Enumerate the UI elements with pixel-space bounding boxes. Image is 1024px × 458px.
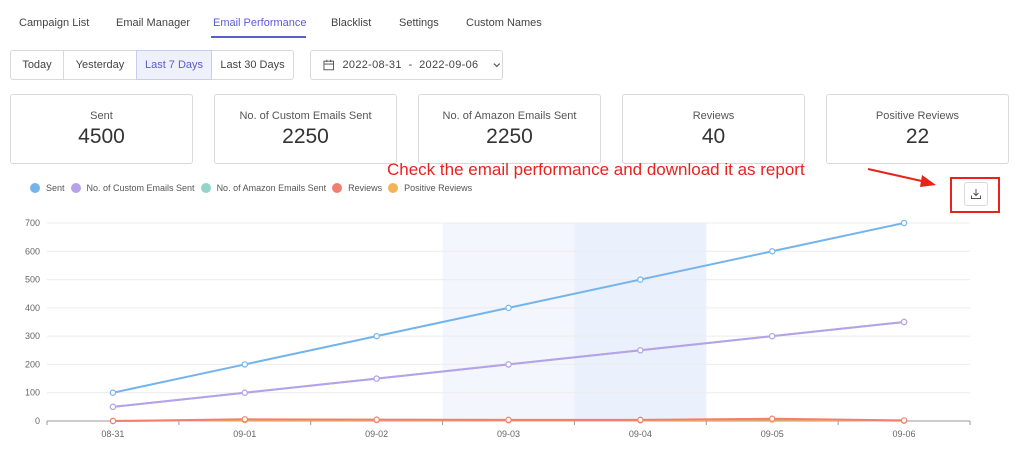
range-last-7-days-button[interactable]: Last 7 Days [136,50,212,80]
data-point [769,415,776,422]
data-point [109,403,117,411]
stat-card-custom-emails: No. of Custom Emails Sent 2250 [214,94,397,164]
stat-label: Positive Reviews [875,110,960,122]
data-point [241,416,248,423]
x-tick-label: 08-31 [101,429,124,439]
legend-label: Reviews [348,183,383,193]
tab-settings[interactable]: Settings [399,17,439,29]
legend-label: No. of Custom Emails Sent [86,183,195,193]
stat-label: No. of Custom Emails Sent [239,110,372,122]
data-point [109,389,117,396]
download-report-button[interactable] [964,182,988,206]
stat-value: 22 [905,125,930,148]
highlight-band [574,223,707,421]
stat-label: No. of Amazon Emails Sent [442,110,577,122]
data-point [900,219,908,227]
top-tabs: Campaign List Email Manager Email Perfor… [0,0,1024,40]
range-today-button[interactable]: Today [10,50,64,80]
legend-item-reviews[interactable]: Reviews [332,183,382,193]
stat-card-sent: Sent 4500 [10,94,193,164]
stat-label: Sent [90,110,113,122]
data-point [769,332,776,340]
legend-label: Positive Reviews [404,183,473,193]
y-tick-label: 200 [25,359,40,369]
stat-value: 40 [701,125,726,148]
data-point [637,276,644,283]
date-range-buttons: Today Yesterday Last 7 Days Last 30 Days [10,50,294,80]
legend-item-custom-emails[interactable]: No. of Custom Emails Sent [70,183,195,193]
legend-swatch [200,183,211,193]
tab-email-manager[interactable]: Email Manager [116,17,190,29]
chevron-down-icon [493,63,501,68]
annotation-arrow-icon [867,168,936,187]
stat-label: Reviews [692,110,735,122]
data-point [637,416,644,424]
stat-value: 2250 [486,125,533,148]
calendar-icon [323,59,335,71]
legend-item-sent[interactable]: Sent [30,183,65,193]
active-tab-indicator [211,36,306,38]
annotation-text: Check the email performance and download… [387,160,805,179]
legend-item-amazon-emails[interactable]: No. of Amazon Emails Sent [200,183,327,193]
legend-swatch [332,183,343,193]
data-point [900,417,908,424]
range-last-30-days-button[interactable]: Last 30 Days [211,50,294,80]
stat-value: 4500 [78,125,125,148]
stat-value: 2250 [282,125,329,148]
data-point [505,416,512,424]
legend-swatch [30,183,40,193]
legend-label: Sent [46,183,65,193]
y-tick-label: 700 [25,218,40,228]
legend-swatch [70,183,81,193]
x-tick-label: 09-03 [497,429,520,439]
data-point [637,347,644,354]
date-range-picker[interactable]: 2022-08-31 - 2022-09-06 [310,50,503,80]
y-tick-label: 600 [25,246,40,256]
x-tick-label: 09-02 [365,429,388,439]
tab-campaign-list[interactable]: Campaign List [19,17,89,29]
x-tick-label: 09-01 [233,429,256,439]
tab-blacklist[interactable]: Blacklist [331,17,371,29]
highlight-band [442,223,575,421]
data-point [241,389,248,396]
data-point [900,318,908,326]
y-tick-label: 0 [35,416,40,426]
data-point [769,248,776,255]
data-point [373,416,380,423]
chart-legend: Sent No. of Custom Emails Sent No. of Am… [30,182,478,194]
y-tick-label: 500 [25,275,40,285]
data-point [241,361,248,368]
stat-card-amazon-emails: No. of Amazon Emails Sent 2250 [418,94,601,164]
range-yesterday-button[interactable]: Yesterday [63,50,137,80]
performance-line-chart: 0 100 200 300 400 500 600 700 08-31 09-01 09-02 09-… [25,218,971,439]
y-tick-label: 400 [25,303,40,313]
data-point [505,361,512,368]
legend-swatch [388,183,399,193]
stat-card-reviews: Reviews 40 [622,94,805,164]
date-range-text: 2022-08-31 - 2022-09-06 [342,59,479,71]
x-tick-label: 09-04 [629,429,652,439]
legend-label: No. of Amazon Emails Sent [216,183,327,193]
data-point [109,417,117,425]
stat-card-positive-reviews: Positive Reviews 22 [826,94,1009,164]
tab-email-performance[interactable]: Email Performance [213,17,307,29]
download-icon [971,189,981,199]
data-point [505,304,512,312]
tab-custom-names[interactable]: Custom Names [466,17,542,29]
y-tick-label: 100 [25,388,40,398]
y-tick-label: 300 [25,331,40,341]
x-tick-label: 09-05 [761,429,784,439]
x-tick-label: 09-06 [893,429,916,439]
data-point [373,332,380,340]
data-point [373,375,380,382]
legend-item-positive-reviews[interactable]: Positive Reviews [388,183,472,193]
